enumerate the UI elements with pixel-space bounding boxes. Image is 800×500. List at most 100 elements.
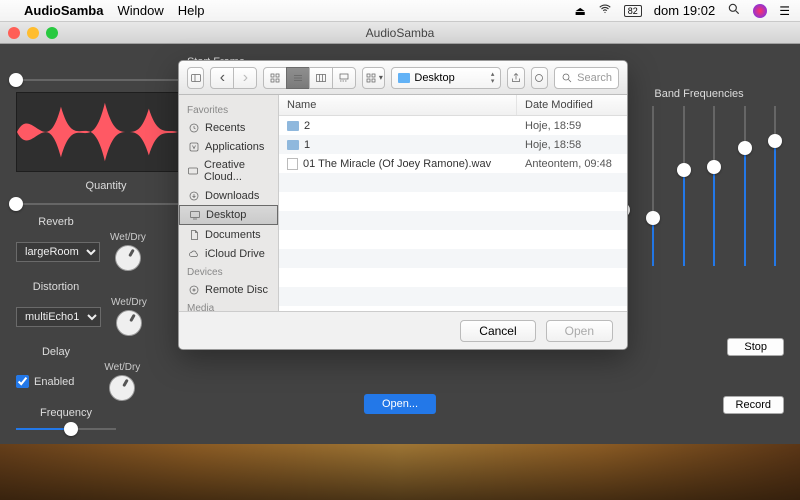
sidebar-item-label: iCloud Drive: [205, 248, 265, 260]
sidebar-item-icon: [188, 209, 201, 222]
file-row[interactable]: 01 The Miracle (Of Joey Ramone).wav Anteo…: [279, 154, 627, 173]
dialog-open-button[interactable]: Open: [546, 320, 613, 342]
sidebar-item-label: Creative Cloud...: [204, 159, 270, 183]
clock-text[interactable]: dom 19:02: [654, 3, 715, 18]
sidebar-item-label: Recents: [205, 122, 245, 134]
band-slider-2[interactable]: [644, 106, 662, 266]
empty-row: [279, 211, 627, 230]
col-name[interactable]: Name: [279, 95, 517, 115]
empty-row: [279, 249, 627, 268]
forward-button[interactable]: ›: [233, 67, 257, 89]
empty-row: [279, 287, 627, 306]
minimize-icon[interactable]: [27, 27, 39, 39]
sidebar-item-label: Remote Disc: [205, 284, 268, 296]
col-modified[interactable]: Date Modified: [517, 95, 627, 115]
file-icon: [287, 158, 298, 170]
search-icon[interactable]: [727, 2, 741, 19]
file-name: 2: [304, 120, 310, 132]
siri-icon[interactable]: [753, 4, 767, 18]
distortion-label: Distortion: [16, 281, 96, 293]
tags-icon[interactable]: [531, 67, 548, 89]
folder-icon: [287, 121, 299, 131]
reverb-wetdry-knob[interactable]: [115, 245, 141, 271]
sidebar-item-icon: [187, 165, 199, 178]
view-columns[interactable]: [309, 67, 333, 89]
file-name: 1: [304, 139, 310, 151]
menu-app[interactable]: AudioSamba: [24, 3, 103, 18]
stop-button[interactable]: Stop: [727, 338, 784, 356]
distortion-select[interactable]: multiEcho1: [16, 307, 101, 327]
view-gallery[interactable]: [332, 67, 356, 89]
sidebar-group: Devices: [179, 263, 278, 280]
sidebar-item-recents[interactable]: Recents: [179, 118, 278, 137]
folder-icon: [398, 73, 410, 83]
delay-label: Delay: [16, 346, 96, 358]
frequency-slider[interactable]: [16, 421, 116, 437]
band-slider-5[interactable]: [736, 106, 754, 266]
sidebar-item-downloads[interactable]: Downloads: [179, 186, 278, 205]
delay-enabled-checkbox[interactable]: [16, 375, 29, 388]
band-slider-4[interactable]: [705, 106, 723, 266]
sidebar-item-label: Desktop: [206, 209, 246, 221]
file-modified: Hoje, 18:59: [517, 120, 627, 132]
sidebar-item-applications[interactable]: Applications: [179, 137, 278, 156]
group-by-icon[interactable]: ▾: [362, 67, 385, 89]
sidebar-item-documents[interactable]: Documents: [179, 225, 278, 244]
file-modified: Anteontem, 09:48: [517, 158, 627, 170]
wifi-icon[interactable]: [598, 2, 612, 19]
eject-icon[interactable]: ⏏: [574, 4, 585, 18]
distortion-wetdry-label: Wet/Dry: [111, 297, 147, 308]
sidebar-group: Media: [179, 299, 278, 311]
sidebar-item-icon: [187, 228, 200, 241]
file-row[interactable]: 2 Hoje, 18:59: [279, 116, 627, 135]
sidebar-item-icon: [187, 247, 200, 260]
zoom-icon[interactable]: [46, 27, 58, 39]
band-sliders: [614, 106, 784, 266]
folder-icon: [287, 140, 299, 150]
reverb-select[interactable]: largeRoom: [16, 242, 100, 262]
delay-wetdry-label: Wet/Dry: [104, 362, 140, 373]
close-icon[interactable]: [8, 27, 20, 39]
back-button[interactable]: ‹: [210, 67, 234, 89]
empty-row: [279, 173, 627, 192]
distortion-wetdry-knob[interactable]: [116, 310, 142, 336]
window-title: AudioSamba: [366, 26, 435, 40]
band-slider-3[interactable]: [675, 106, 693, 266]
delay-enabled-label: Enabled: [34, 376, 74, 388]
band-freq-label: Band Frequencies: [614, 88, 784, 100]
search-input[interactable]: Search: [554, 67, 619, 89]
empty-row: [279, 230, 627, 249]
menu-help[interactable]: Help: [178, 3, 205, 18]
file-modified: Hoje, 18:58: [517, 139, 627, 151]
sidebar-item-creative-cloud-[interactable]: Creative Cloud...: [179, 156, 278, 186]
sidebar-group: Favorites: [179, 101, 278, 118]
menu-window[interactable]: Window: [117, 3, 163, 18]
delay-wetdry-knob[interactable]: [109, 375, 135, 401]
sidebar-item-icon: [187, 189, 200, 202]
empty-row: [279, 268, 627, 287]
file-list: NameDate Modified 2 Hoje, 18:59 1 Hoje, 18:…: [279, 95, 627, 311]
dialog-toolbar: ‹ › ▾ Desktop▴▾ Search: [179, 61, 627, 95]
frequency-label: Frequency: [16, 407, 116, 419]
sidebar-item-icloud-drive[interactable]: iCloud Drive: [179, 244, 278, 263]
location-popup[interactable]: Desktop▴▾: [391, 67, 501, 89]
band-slider-6[interactable]: [766, 106, 784, 266]
record-button[interactable]: Record: [723, 396, 784, 414]
sidebar-item-icon: [187, 140, 200, 153]
file-name: 01 The Miracle (Of Joey Ramone).wav: [303, 158, 491, 170]
open-button[interactable]: Open...: [364, 394, 436, 414]
file-row[interactable]: 1 Hoje, 18:58: [279, 135, 627, 154]
sidebar-toggle-icon[interactable]: [187, 67, 204, 89]
reverb-wetdry-label: Wet/Dry: [110, 232, 146, 243]
macos-menubar: AudioSamba Window Help ⏏ 82 dom 19:02 ☰: [0, 0, 800, 22]
battery-icon[interactable]: 82: [624, 5, 642, 17]
view-icons[interactable]: [263, 67, 287, 89]
notification-icon[interactable]: ☰: [779, 4, 790, 18]
share-icon[interactable]: [507, 67, 524, 89]
sidebar-item-remote-disc[interactable]: Remote Disc: [179, 280, 278, 299]
view-list[interactable]: [286, 67, 310, 89]
sidebar-item-desktop[interactable]: Desktop: [179, 205, 278, 225]
cancel-button[interactable]: Cancel: [460, 320, 535, 342]
sidebar-item-icon: [187, 121, 200, 134]
window-titlebar[interactable]: AudioSamba: [0, 22, 800, 44]
